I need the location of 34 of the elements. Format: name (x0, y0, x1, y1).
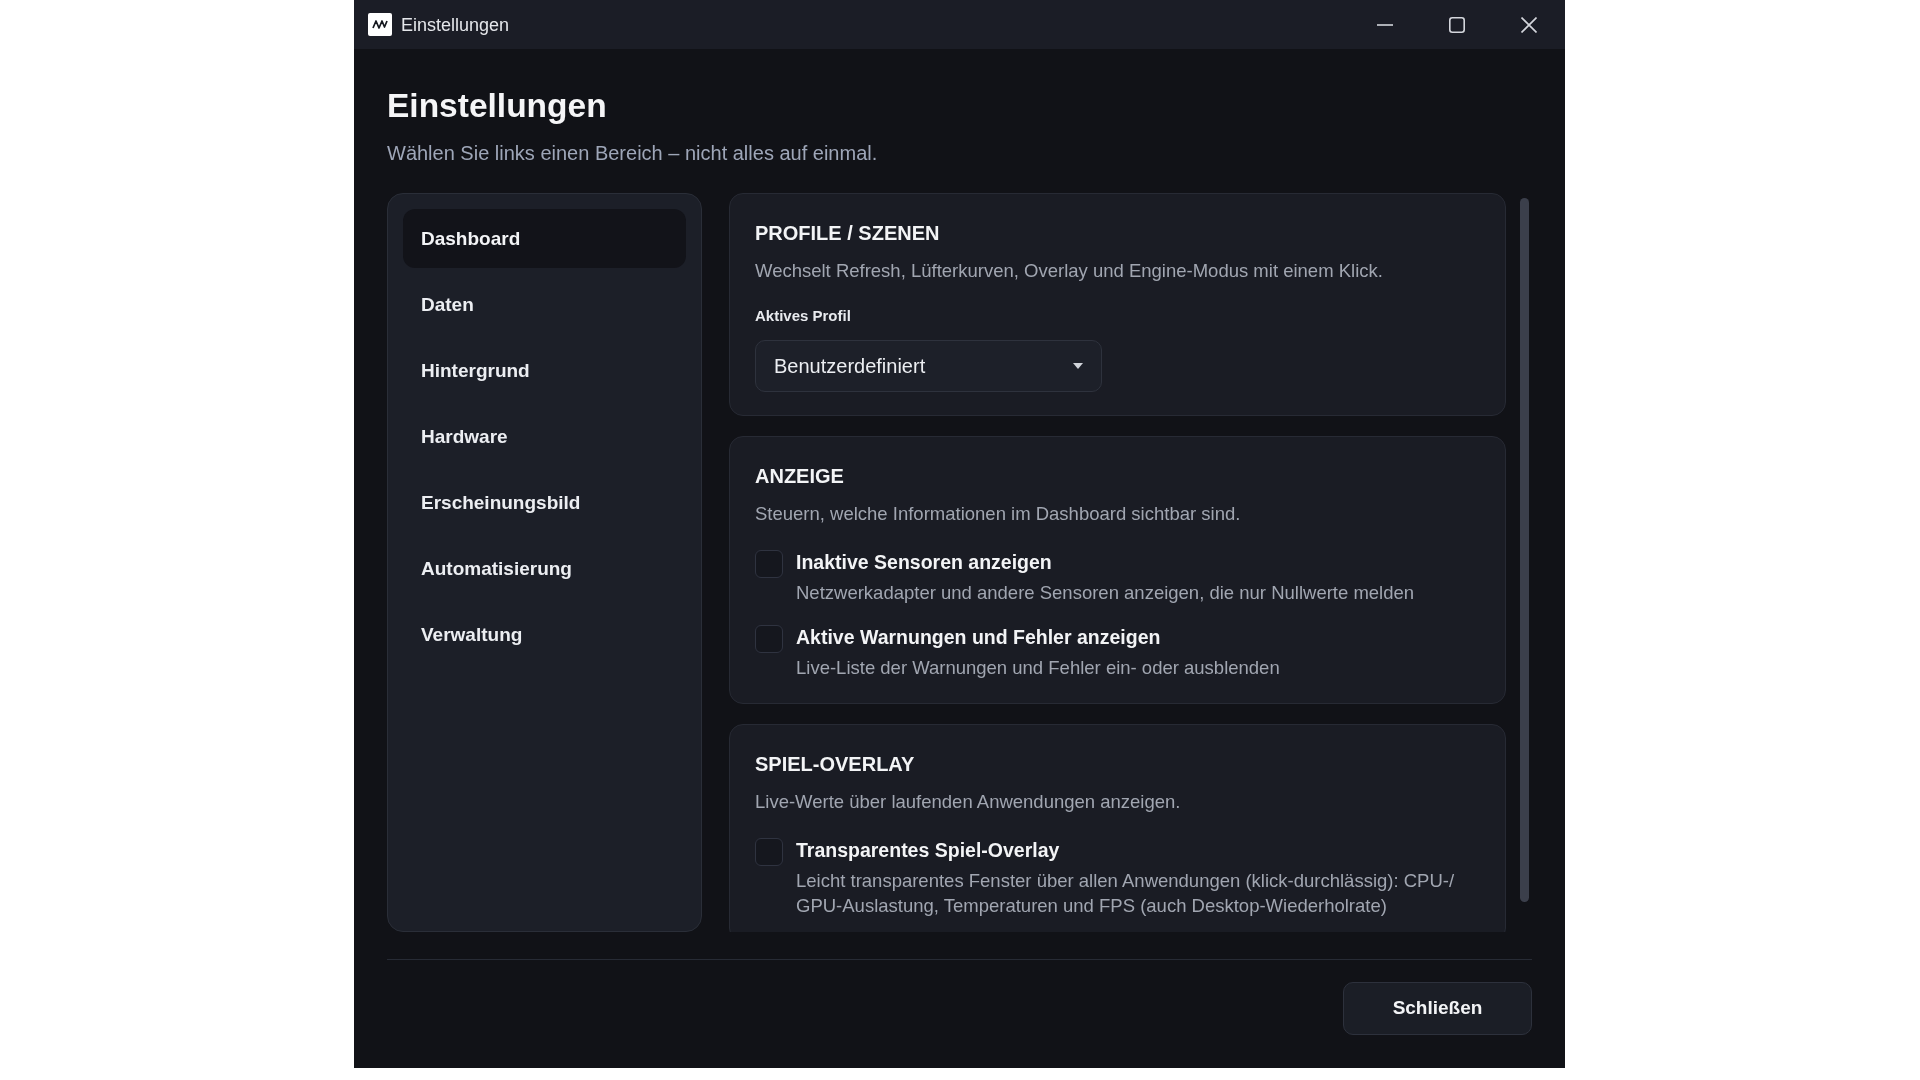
section-description: Steuern, welche Informationen im Dashboard sichtbar sind. (755, 502, 1242, 526)
section-title: PROFILE / SZENEN (755, 221, 941, 246)
close-icon (1521, 16, 1537, 33)
caret-down-icon (1073, 363, 1083, 369)
page-subtitle: Wählen Sie links einen Bereich – nicht alles auf einmal. (387, 141, 879, 166)
close-button[interactable]: Schließen (1343, 982, 1532, 1035)
app-logo-icon (368, 13, 392, 36)
sidebar-item[interactable]: Hardware (403, 407, 686, 466)
option-description: Netzwerkadapter und andere Sensoren anzeigen, die nur Nullwerte melden (796, 581, 1415, 605)
profile-dropdown[interactable]: Benutzerdefiniert (755, 340, 1102, 392)
minimize-icon (1377, 23, 1393, 26)
sidebar-item[interactable]: Daten (403, 275, 686, 334)
sidebar-item[interactable]: Verwaltung (403, 605, 686, 664)
sidebar-item[interactable]: Automatisierung (403, 539, 686, 598)
sidebar-item[interactable]: Hintergrund (403, 341, 686, 400)
sidebar-item[interactable]: Dashboard (403, 209, 686, 268)
section-title: SPIEL-OVERLAY (755, 752, 916, 777)
option-description: Live-Liste der Warnungen und Fehler ein- oder ausblenden (796, 656, 1280, 680)
checkbox[interactable] (755, 625, 783, 653)
section-title: ANZEIGE (755, 464, 845, 489)
option-label: Transparentes Spiel-Overlay (796, 838, 1060, 862)
checkbox[interactable] (755, 838, 783, 866)
checkbox[interactable] (755, 550, 783, 578)
option-label: Inaktive Sensoren anzeigen (796, 550, 1052, 574)
option-label: Aktive Warnungen und Fehler anzeigen (796, 625, 1161, 649)
window-title: Einstellungen (401, 13, 510, 36)
page-title: Einstellungen (387, 86, 608, 126)
section-description: Live-Werte über laufenden Anwendungen anzeigen. (755, 790, 1182, 814)
scrollbar-thumb[interactable] (1520, 198, 1529, 902)
sidebar-item[interactable]: Erscheinungsbild (403, 473, 686, 532)
maximize-icon (1449, 16, 1465, 33)
section-description: Wechselt Refresh, Lüfterkurven, Overlay und Engine-Modus mit einem Klick. (755, 259, 1384, 283)
field-label: Aktives Profil (755, 307, 851, 325)
option-description: Leicht transparentes Fenster über allen Anwendungen (klick-durchlässig): CPU-/GPU-Auslastung, Temperaturen und FPS (auch Desktop-Wiederholrate) (796, 869, 1456, 918)
